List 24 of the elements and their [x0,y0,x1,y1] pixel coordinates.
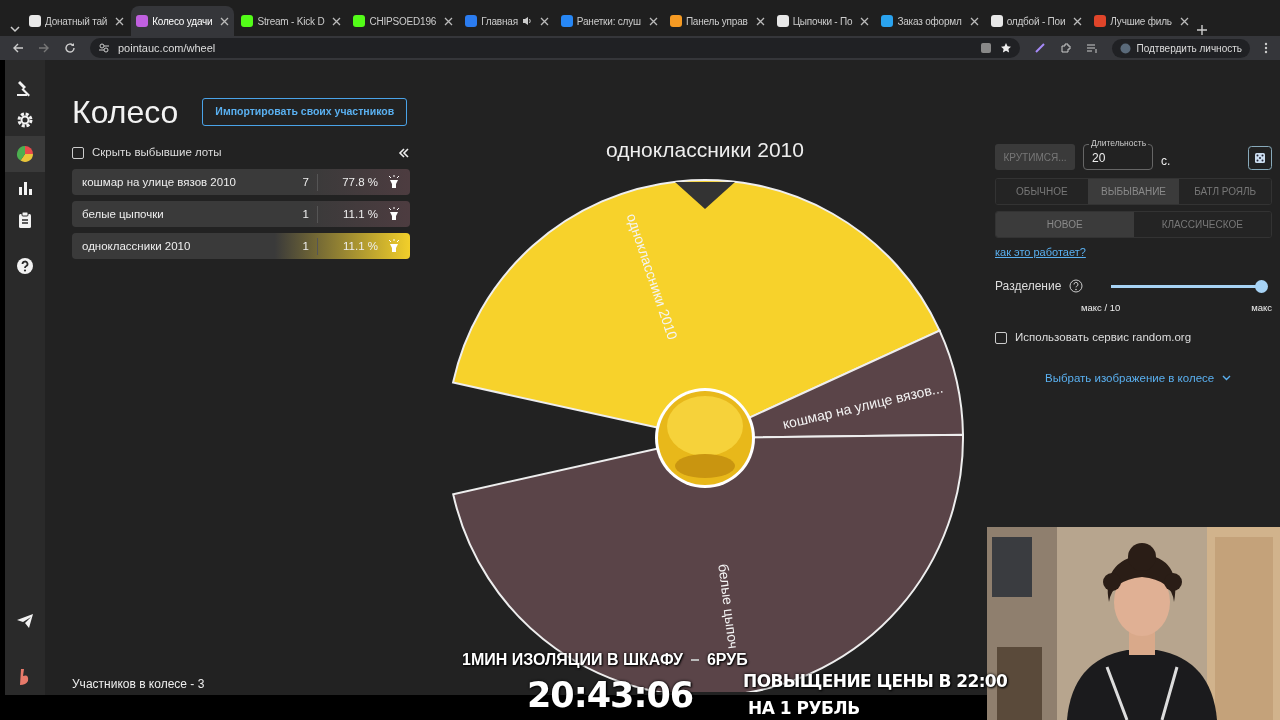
slider-max-label: макс [1251,301,1272,315]
checkbox-label: Использовать сервис random.org [1015,330,1192,346]
overlay-clock: 20:43:06 [527,674,694,717]
lot-name: кошмар на улице вязов 2010 [82,174,237,190]
lot-percent: 11.1 % [342,238,378,254]
page-title: Колесо [72,93,179,132]
checkbox-label: Скрыть выбывшие лоты [92,145,222,160]
lot-amount: 7 [298,173,318,191]
slider-label: Разделение [995,278,1062,295]
slider-min-label: макс / 10 [1081,301,1121,315]
slice-label: кошмар на улице вязов... [781,379,945,432]
lot-percent: 11.1 % [342,206,378,222]
lot-amount: 1 [298,237,318,255]
slice-label: белые цыпоч [715,562,742,650]
overlay-text: 6РУБ [706,650,748,670]
overlay-text: НА 1 РУБЛЬ [748,697,860,720]
unit-label: с. [1161,153,1171,170]
field-label: Длительность [1089,138,1149,149]
lot-name: одноклассники 2010 [82,238,192,254]
participant-count: Участников в колесе - 3 [72,676,205,693]
lot-amount: 1 [298,205,318,223]
winner-title: одноклассники 2010 [605,137,805,163]
lot-name: белые цыпочки [82,206,165,222]
lot-percent: 77.8 % [341,174,378,190]
